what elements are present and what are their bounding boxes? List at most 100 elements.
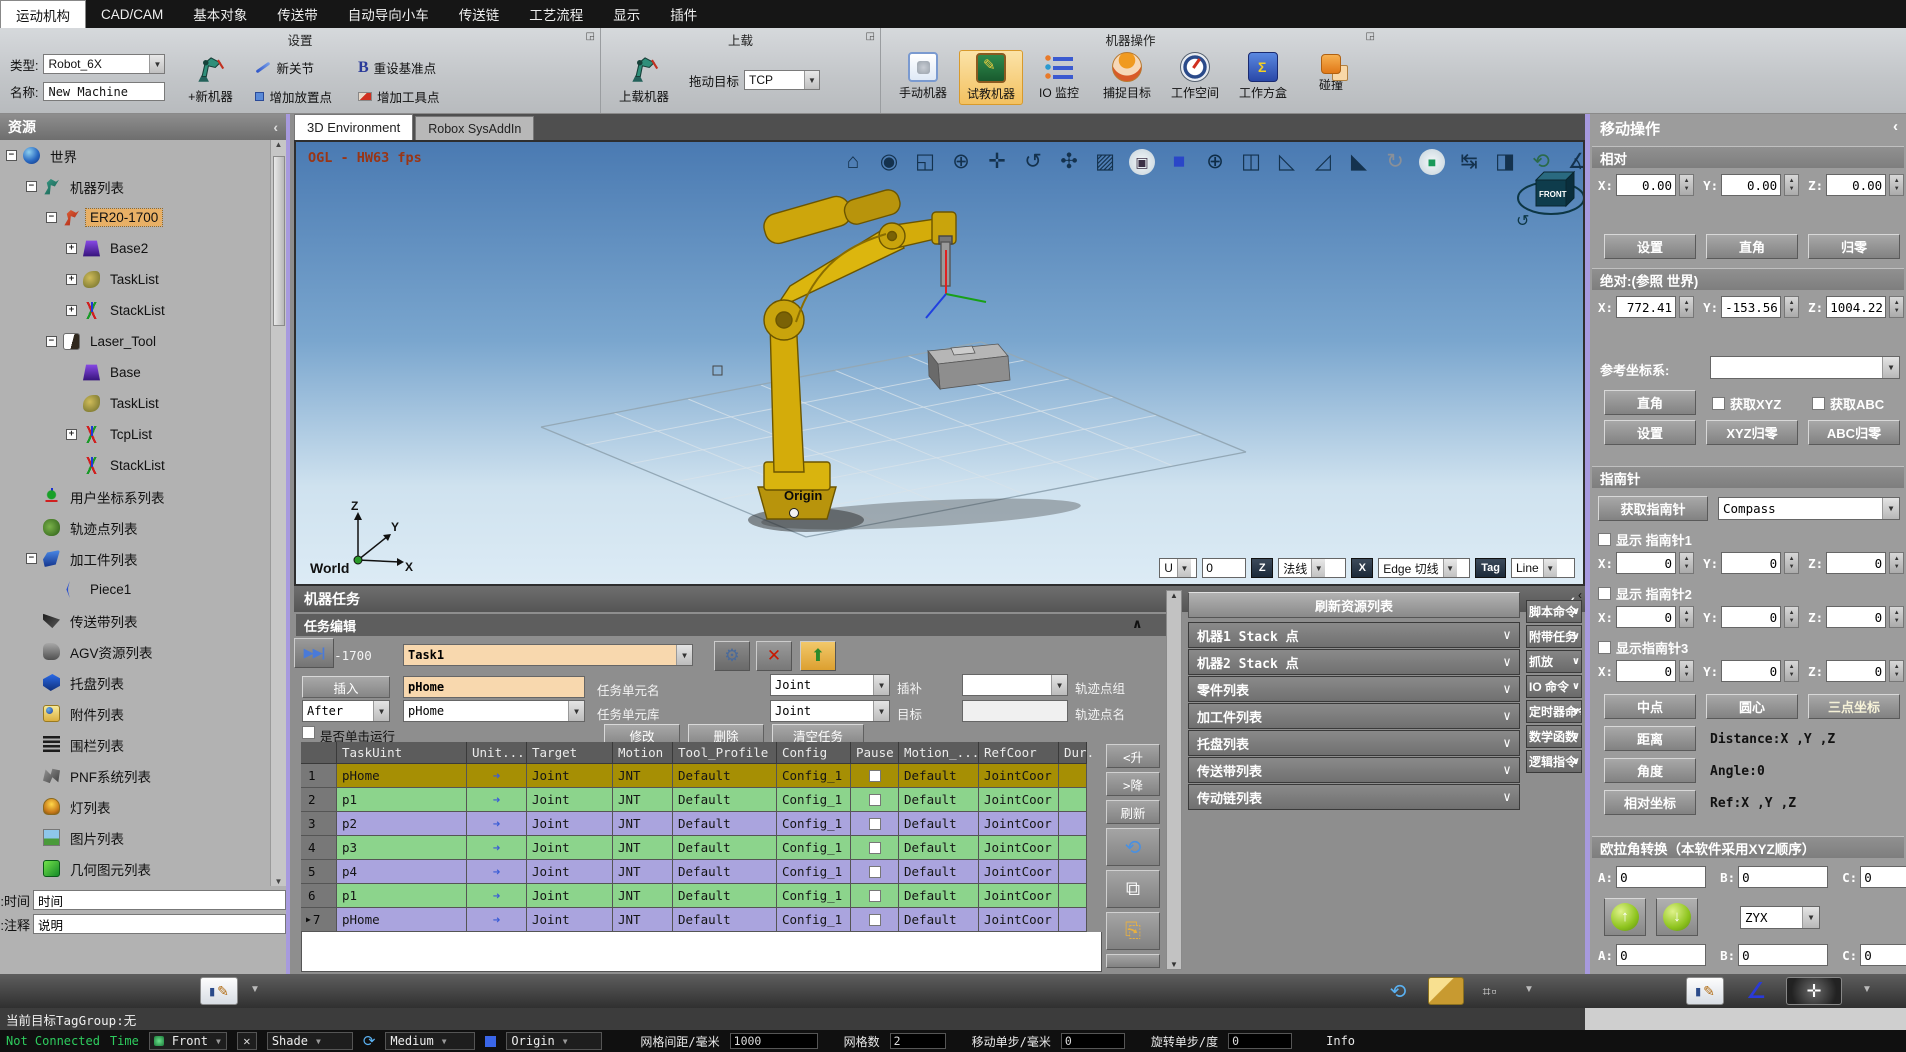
delete-task-button[interactable]: ✕ [756, 641, 792, 671]
tree-item[interactable]: 轨迹点列表 [0, 512, 270, 543]
insert-button[interactable]: 插入 [302, 676, 390, 698]
table-row[interactable]: 6 p1 ➜ Joint JNT Default Config_1 Defaul… [301, 884, 1087, 908]
table-row[interactable]: 3 p2 ➜ Joint JNT Default Config_1 Defaul… [301, 812, 1087, 836]
task-select[interactable]: Task1▼ [403, 644, 693, 666]
tree-item[interactable]: + Base2 [0, 233, 270, 264]
coordinate-input[interactable] [1826, 296, 1886, 318]
shade-mode-select[interactable]: Shade▼ [267, 1032, 353, 1050]
viewport-tab[interactable]: Robox SysAddIn [415, 116, 534, 140]
add-tool-point-button[interactable]: 增加工具点 [358, 87, 440, 106]
tree-expander[interactable]: + [66, 305, 77, 316]
command-bar[interactable]: 逻辑指令 [1526, 750, 1582, 773]
tree-item[interactable]: − 世界 [0, 140, 270, 171]
tree-expander[interactable]: − [46, 336, 57, 347]
tree-item[interactable]: 几何图元列表 [0, 853, 270, 884]
xyz-zero-button[interactable]: XYZ归零 [1706, 420, 1798, 445]
ref-frame-select[interactable]: ▼ [1710, 356, 1900, 379]
menu-item[interactable]: CAD/CAM [86, 0, 178, 28]
rotate-step-input[interactable] [1228, 1033, 1292, 1049]
pause-checkbox[interactable] [869, 818, 881, 830]
move-down-button[interactable]: >降 [1106, 772, 1160, 796]
menu-item[interactable]: 显示 [598, 0, 655, 28]
move-step-input[interactable] [1061, 1033, 1125, 1049]
uv-box-icon[interactable]: ◨ [1493, 148, 1517, 176]
u-value-input[interactable] [1202, 558, 1246, 578]
table-header-cell[interactable]: Unit... [467, 742, 527, 764]
single-run-checkbox[interactable] [302, 726, 315, 739]
interp-select[interactable]: Joint▼ [770, 674, 890, 696]
spinner[interactable]: ▲▼ [1889, 296, 1904, 318]
note-input[interactable] [33, 914, 286, 934]
viewport-3d-scene[interactable]: Origin Z Y X FRONT ↺ OGL - HW63 fps ⌂ [294, 140, 1585, 586]
midpoint-button[interactable]: 中点 [1604, 694, 1696, 719]
euler-down-button[interactable]: ↓ [1656, 898, 1698, 936]
show-compass3-checkbox[interactable]: 显示指南针3 [1598, 638, 1688, 657]
clip-box-icon[interactable]: ■ [1167, 148, 1191, 176]
resource-list-bar[interactable]: 传动链列表∨ [1188, 784, 1520, 810]
playback-button[interactable]: ▶▶| [294, 638, 334, 668]
get-abc-checkbox[interactable]: 获取ABC [1812, 394, 1884, 413]
tree-scrollbar[interactable]: ▲ ▼ [270, 140, 286, 886]
spinner[interactable]: ▲▼ [1679, 552, 1694, 574]
menu-item[interactable]: 工艺流程 [514, 0, 598, 28]
collapse-up-icon[interactable]: ∧ [1132, 616, 1143, 632]
menu-item[interactable]: 运动机构 [0, 0, 86, 28]
command-bar[interactable]: 抓放 [1526, 650, 1582, 673]
tree-item[interactable]: + StackList [0, 295, 270, 326]
tree-item[interactable]: 托盘列表 [0, 667, 270, 698]
table-header-cell[interactable]: Tool_Profile [673, 742, 777, 764]
ribbon-op-button[interactable]: 手动机器 [891, 50, 955, 105]
scrollbar-thumb[interactable] [273, 156, 285, 326]
line-select[interactable]: Line▼ [1511, 558, 1575, 578]
task-settings-button[interactable]: ⚙ [714, 641, 750, 671]
euler-input[interactable] [1616, 944, 1706, 966]
refresh-view-icon[interactable]: ⟳ [363, 1032, 376, 1050]
paint-brush-button[interactable] [1428, 977, 1464, 1005]
u-select[interactable]: U▼ [1159, 558, 1197, 578]
view-direction-select[interactable]: Front▼ [149, 1032, 227, 1050]
menu-item[interactable]: 传送链 [444, 0, 515, 28]
add-place-point-button[interactable]: 增加放置点 [255, 87, 332, 106]
menu-item[interactable]: 插件 [655, 0, 712, 28]
coordinate-input[interactable] [1721, 660, 1781, 682]
coordinate-input[interactable] [1721, 296, 1781, 318]
table-header-cell[interactable]: RefCoor [979, 742, 1059, 764]
move-tool-button[interactable]: ✛ [1786, 977, 1842, 1005]
euler-input[interactable] [1738, 944, 1828, 966]
coordinate-input[interactable] [1721, 552, 1781, 574]
table-row[interactable]: ▶7 pHome ➜ Joint JNT Default Config_1 De… [301, 908, 1087, 932]
speed-select[interactable]: Medium▼ [385, 1032, 475, 1050]
drag-target-select[interactable]: TCP▼ [744, 70, 820, 90]
chevron-down-icon[interactable]: ▼ [250, 984, 260, 995]
resource-list-bar[interactable]: 托盘列表∨ [1188, 730, 1520, 756]
tree-expander[interactable]: − [26, 181, 37, 192]
orbit-icon[interactable]: ◉ [877, 148, 901, 176]
copy-button[interactable]: ⧉ [1106, 870, 1160, 908]
hatch-shading-icon[interactable]: ▨ [1093, 148, 1117, 176]
show-compass1-checkbox[interactable]: 显示 指南针1 [1598, 530, 1692, 549]
command-bar[interactable]: IO 命令 [1526, 675, 1582, 698]
table-header-cell[interactable]: Motion_... [899, 742, 979, 764]
distance-button[interactable]: 距离 [1604, 726, 1696, 751]
track-group-select[interactable]: ▼ [962, 674, 1068, 696]
unit-name-input[interactable] [403, 676, 585, 698]
coordinate-input[interactable] [1721, 606, 1781, 628]
spinner[interactable]: ▲▼ [1784, 606, 1799, 628]
turntable-icon[interactable]: ⟲ [1529, 148, 1553, 176]
table-row[interactable]: 4 p3 ➜ Joint JNT Default Config_1 Defaul… [301, 836, 1087, 860]
coordinate-input[interactable] [1826, 660, 1886, 682]
table-header-cell[interactable]: TaskUint [337, 742, 467, 764]
ribbon-op-button[interactable]: 捕捉目标 [1095, 50, 1159, 105]
absolute-right-angle-button[interactable]: 直角 [1604, 390, 1696, 415]
scroll-down-icon[interactable]: ▼ [1170, 960, 1178, 969]
structure-button[interactable]: ⌗▫ [1472, 977, 1508, 1005]
spinner[interactable]: ▲▼ [1679, 606, 1694, 628]
collapse-right-icon[interactable]: ‹ [1893, 118, 1898, 139]
coordinate-input[interactable] [1616, 296, 1676, 318]
insert-position-select[interactable]: After▼ [302, 700, 390, 722]
zoom-icon[interactable]: ⊕ [949, 148, 973, 176]
reset-base-point-button[interactable]: B 重设基准点 [358, 58, 440, 77]
spinner[interactable]: ▲▼ [1889, 660, 1904, 682]
relative-right-angle-button[interactable]: 直角 [1706, 234, 1798, 259]
tag-button[interactable]: Tag [1475, 558, 1506, 578]
